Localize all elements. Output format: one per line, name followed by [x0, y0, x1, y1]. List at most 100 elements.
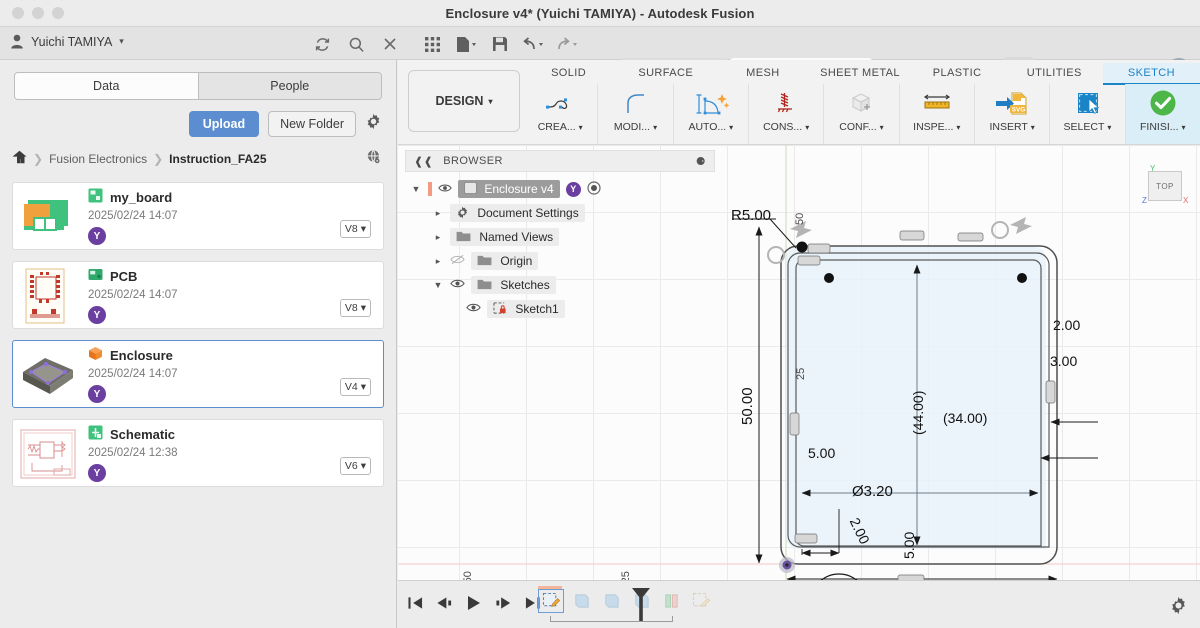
- ribbon-group-modify[interactable]: MODI... ▾: [598, 84, 674, 144]
- timeline-feature-sketch[interactable]: [688, 589, 714, 613]
- file-list: my_board 2025/02/24 14:07 Y V8 ▾ PCB 202…: [12, 182, 384, 487]
- dim-hole-y-offset[interactable]: 5.00: [901, 532, 917, 559]
- version-badge[interactable]: V8 ▾: [339, 299, 371, 317]
- file-date: 2025/02/24 14:07: [88, 289, 178, 301]
- new-folder-button[interactable]: New Folder: [268, 111, 356, 137]
- version-badge[interactable]: V6 ▾: [339, 457, 371, 475]
- file-name: Schematic: [110, 426, 176, 442]
- ribbon-group-finish-sketch[interactable]: FINISI... ▾: [1125, 84, 1200, 144]
- window-title: Enclosure v4* (Yuichi TAMIYA) - Autodesk…: [445, 5, 755, 21]
- ribbon-group-select[interactable]: SELECT ▾: [1050, 84, 1126, 144]
- list-item[interactable]: my_board 2025/02/24 14:07 Y V8 ▾: [12, 182, 384, 250]
- redo-icon[interactable]: [551, 31, 585, 57]
- file-thumbnail: [18, 346, 78, 404]
- chevron-down-icon: ▾: [488, 96, 493, 106]
- dim-inner-height[interactable]: (44.00): [910, 391, 926, 435]
- tab-sheet-metal[interactable]: SHEET METAL: [811, 63, 908, 85]
- timeline-feature-extrude[interactable]: [598, 589, 624, 613]
- breadcrumb-separator: ❯: [153, 151, 164, 166]
- user-name-label: Yuichi TAMIYA: [31, 34, 113, 49]
- fillet-point: [796, 241, 808, 253]
- inspect-measure-icon: [918, 87, 956, 121]
- tab-utilities[interactable]: UTILITIES: [1006, 63, 1103, 85]
- dim-wall-offset-2[interactable]: 3.00: [1050, 353, 1077, 369]
- ribbon-group-configure[interactable]: CONF... ▾: [824, 84, 900, 144]
- version-badge[interactable]: V8 ▾: [339, 220, 371, 238]
- chevron-down-icon: ▾: [1181, 122, 1186, 132]
- step-back-icon[interactable]: [436, 596, 453, 615]
- tab-mesh[interactable]: MESH: [714, 63, 811, 85]
- ribbon-group-inspect[interactable]: INSPE... ▾: [900, 84, 975, 144]
- timeline-features: [538, 589, 714, 613]
- search-icon[interactable]: [339, 31, 373, 57]
- refresh-icon[interactable]: [305, 31, 339, 57]
- dim-overall-height[interactable]: 50.00: [739, 387, 756, 425]
- gear-icon[interactable]: [365, 113, 382, 135]
- ribbon-group-constraints[interactable]: CONS... ▾: [749, 84, 825, 144]
- tab-surface[interactable]: SURFACE: [617, 63, 714, 85]
- undo-icon[interactable]: [517, 31, 551, 57]
- chevron-down-icon: ▾: [360, 223, 366, 235]
- ribbon-group-label: CREA... ▾: [538, 121, 583, 133]
- ribbon-group-label: SELECT ▾: [1064, 121, 1112, 133]
- ribbon-group-label: INSERT ▾: [989, 121, 1034, 133]
- ruler-label-50: 50: [794, 212, 806, 225]
- timeline-bar: [398, 580, 1200, 628]
- workspace-switcher[interactable]: DESIGN ▾: [408, 70, 520, 132]
- grid-apps-icon[interactable]: [415, 31, 449, 57]
- chevron-down-icon: ▾: [653, 122, 658, 132]
- tab-plastic[interactable]: PLASTIC: [909, 63, 1006, 85]
- chevron-down-icon: ▾: [1107, 122, 1112, 132]
- ribbon-tabs: SOLID SURFACE MESH SHEET METAL PLASTIC U…: [520, 63, 1200, 85]
- list-item[interactable]: Enclosure 2025/02/24 14:07 Y V4 ▾: [12, 340, 384, 408]
- dim-wall-offset-1[interactable]: 2.00: [1053, 317, 1080, 333]
- ribbon-group-label: CONS... ▾: [763, 121, 809, 133]
- list-item[interactable]: PCB 2025/02/24 14:07 Y V8 ▾: [12, 261, 384, 329]
- dim-fillet-radius[interactable]: R5.00: [731, 207, 771, 224]
- model-cube-icon: [88, 346, 103, 364]
- version-badge[interactable]: V4 ▾: [339, 378, 371, 396]
- home-icon[interactable]: [12, 150, 27, 167]
- tab-sketch[interactable]: SKETCH: [1102, 63, 1200, 85]
- dim-hole-x-offset[interactable]: 5.00: [808, 445, 835, 461]
- schematic-icon: [88, 425, 103, 443]
- ribbon-group-label: AUTO... ▾: [688, 121, 733, 133]
- dim-hole-diameter[interactable]: Ø3.20: [852, 483, 893, 500]
- ribbon-group-create[interactable]: CREA... ▾: [523, 84, 599, 144]
- upload-button[interactable]: Upload: [188, 111, 260, 137]
- file-name-row: Schematic: [88, 425, 378, 443]
- file-thumbnail: [18, 188, 78, 246]
- auto-constrain-icon: [692, 87, 730, 121]
- timeline-feature-extrude[interactable]: [568, 589, 594, 613]
- settings-gear-icon[interactable]: [1169, 596, 1188, 620]
- dim-inner-width[interactable]: (34.00): [943, 410, 987, 426]
- window-title-bar: Enclosure v4* (Yuichi TAMIYA) - Autodesk…: [0, 0, 1200, 27]
- tab-people[interactable]: People: [197, 73, 381, 99]
- timeline-feature-sketch1[interactable]: [538, 589, 564, 613]
- user-menu[interactable]: Yuichi TAMIYA ▾: [10, 34, 124, 49]
- chevron-down-icon: ▾: [578, 122, 583, 132]
- tab-data[interactable]: Data: [15, 73, 198, 99]
- chevron-down-icon: ▾: [879, 122, 884, 132]
- sketch-modify-icon: [617, 87, 653, 121]
- sketch-create-icon: [542, 87, 578, 121]
- skip-start-icon[interactable]: [408, 596, 423, 615]
- new-file-icon[interactable]: [449, 31, 483, 57]
- ribbon-group-insert[interactable]: SVG INSERT ▾: [975, 84, 1051, 144]
- close-icon[interactable]: [373, 31, 407, 57]
- tab-solid[interactable]: SOLID: [520, 63, 617, 85]
- file-name-row: PCB: [88, 267, 378, 285]
- step-forward-icon[interactable]: [495, 596, 512, 615]
- timeline-feature-shell[interactable]: [658, 589, 684, 613]
- ribbon-group-auto-constrain[interactable]: AUTO... ▾: [674, 84, 749, 144]
- globe-icon[interactable]: [366, 149, 382, 168]
- chevron-down-icon: ▾: [729, 122, 734, 132]
- sketch-canvas[interactable]: ❰❰ BROWSER ⚈ ▼ Enclosure v4 Y ▸ Document…: [398, 145, 1200, 603]
- play-icon[interactable]: [466, 595, 482, 616]
- sketch-origin-point: [779, 557, 795, 573]
- save-icon[interactable]: [483, 31, 517, 57]
- label-text: FINISI...: [1140, 121, 1179, 133]
- owner-avatar: Y: [88, 385, 106, 403]
- list-item[interactable]: Schematic 2025/02/24 12:38 Y V6 ▾: [12, 419, 384, 487]
- breadcrumb-project[interactable]: Fusion Electronics: [49, 152, 147, 166]
